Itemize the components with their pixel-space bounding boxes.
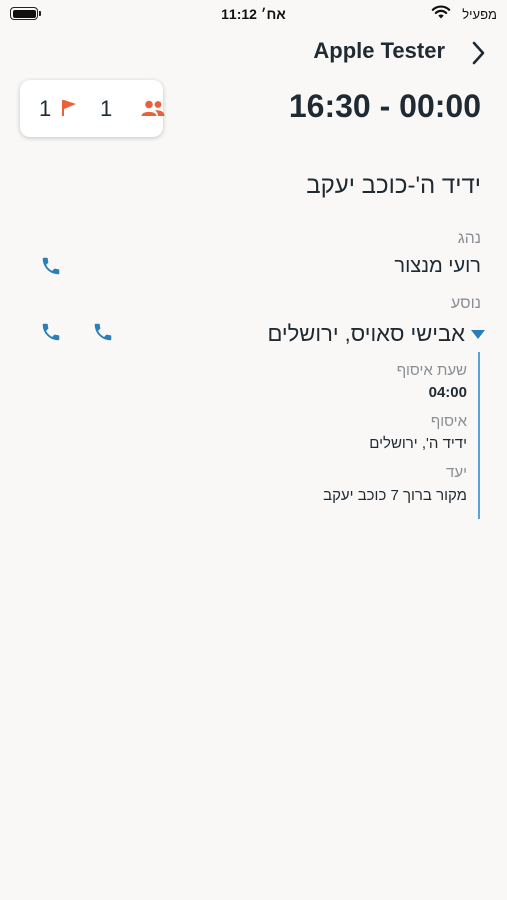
carrier-label: מפעיל	[462, 7, 497, 22]
header-title: Apple Tester	[313, 38, 445, 63]
details-divider	[478, 352, 480, 519]
passenger-phone-icon[interactable]	[40, 321, 62, 343]
status-bar: 11:12 אח׳ מפעיל	[0, 0, 507, 28]
destination-label: יעד	[446, 464, 467, 481]
driver-name: רועי מנצור	[394, 255, 481, 277]
pickup-value: ידיד ה', ירושלים	[369, 435, 467, 452]
ride-title: ידיד ה'-כוכב יעקב	[306, 172, 481, 199]
flag-icon	[62, 100, 76, 116]
wifi-icon	[431, 5, 451, 19]
destination-value: מקור ברוך 7 כוכב יעקב	[323, 487, 467, 504]
people-count: 1	[100, 96, 113, 121]
ride-time-range: 16:30 - 00:00	[288, 88, 481, 124]
people-icon	[141, 100, 165, 116]
counters-card[interactable]: 1 1	[20, 80, 165, 137]
pickup-label: איסוף	[430, 413, 467, 430]
passenger-name[interactable]: אבישי סאויס, ירושלים	[267, 321, 465, 347]
collapse-caret-icon[interactable]	[471, 330, 485, 339]
driver-label: נהג	[457, 230, 481, 247]
pickup-time-label: שעת איסוף	[396, 362, 467, 379]
passenger-label: נוסע	[450, 295, 481, 312]
flag-count: 1	[39, 96, 52, 121]
chevron-right-icon[interactable]	[467, 40, 489, 66]
passenger-phone-icon-2[interactable]	[92, 321, 114, 343]
pickup-time-value: 04:00	[428, 384, 467, 401]
driver-phone-icon[interactable]	[40, 255, 62, 277]
